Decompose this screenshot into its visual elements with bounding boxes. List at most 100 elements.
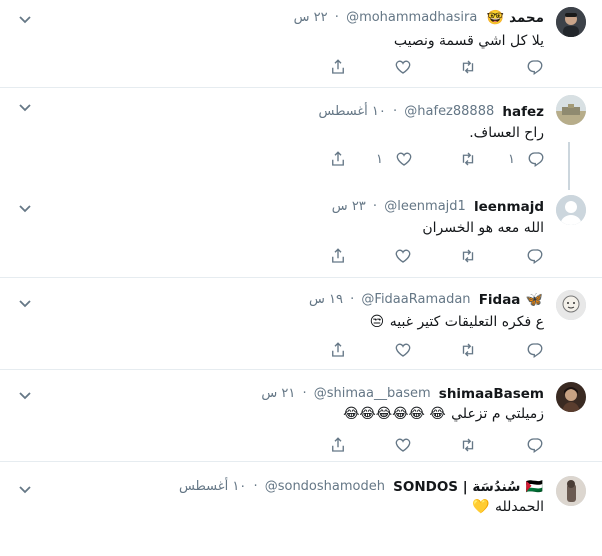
chevron-down-icon[interactable] bbox=[18, 98, 32, 112]
tweet[interactable]: 🇵🇸 سُندُسَة | SONDOS @sondoshamodeh · ١٠… bbox=[0, 462, 602, 556]
flag-emoji: 🇵🇸 bbox=[525, 479, 543, 495]
display-name[interactable]: Fidaa bbox=[479, 290, 521, 310]
avatar[interactable] bbox=[556, 476, 586, 506]
share-button[interactable] bbox=[329, 436, 347, 454]
tweet-text: راح العساف. bbox=[469, 123, 544, 143]
user-handle[interactable]: @FidaaRamadan bbox=[361, 290, 470, 310]
tweet-text: الله معه هو الخسران bbox=[422, 218, 544, 238]
tweet-body: زميلتي م تزعلي bbox=[451, 406, 544, 422]
timestamp[interactable]: ٢٢ س bbox=[294, 8, 328, 28]
reply-button[interactable]: ١ bbox=[508, 150, 545, 168]
chevron-down-icon[interactable] bbox=[18, 10, 32, 24]
retweet-icon bbox=[462, 343, 474, 357]
tweet[interactable]: محمد 🤓 @mohammadhasira · ٢٢ س يلا كل اشي… bbox=[0, 0, 602, 88]
share-button[interactable] bbox=[329, 150, 347, 168]
tweet-body: ع فكره التعليقات كتير غبيه bbox=[389, 314, 544, 330]
chevron-down-icon[interactable] bbox=[18, 294, 32, 308]
reply-icon bbox=[527, 249, 543, 265]
separator-dot: · bbox=[334, 10, 339, 25]
tweet-header: hafez @hafez88888 · ١٠ أغسطس bbox=[319, 102, 545, 122]
timestamp[interactable]: ١٠ أغسطس bbox=[179, 477, 246, 497]
tweet[interactable]: shimaaBasem @shimaa__basem · ٢١ س زميلتي… bbox=[0, 370, 602, 462]
reply-button[interactable] bbox=[526, 341, 544, 359]
like-button[interactable] bbox=[394, 247, 412, 265]
tweet-emoji: 😒 bbox=[369, 314, 385, 330]
user-handle[interactable]: @shimaa__basem bbox=[314, 384, 431, 404]
tweet-text: يلا كل اشي قسمة ونصيب bbox=[394, 31, 544, 51]
avatar[interactable] bbox=[556, 95, 586, 125]
chevron-down-icon[interactable] bbox=[18, 480, 32, 494]
share-button[interactable] bbox=[329, 247, 347, 265]
reply-icon bbox=[528, 152, 544, 168]
share-icon bbox=[332, 151, 344, 166]
retweet-icon bbox=[462, 152, 474, 166]
timestamp[interactable]: ١٩ س bbox=[309, 290, 343, 310]
avatar[interactable] bbox=[556, 195, 586, 225]
retweet-button[interactable] bbox=[459, 150, 477, 168]
chevron-down-icon[interactable] bbox=[18, 199, 32, 213]
reply-count: ١ bbox=[508, 151, 515, 167]
like-button[interactable] bbox=[394, 58, 412, 76]
like-icon bbox=[395, 60, 411, 74]
separator-dot: · bbox=[350, 292, 355, 307]
reply-icon bbox=[527, 438, 543, 454]
retweet-button[interactable] bbox=[459, 341, 477, 359]
like-button[interactable] bbox=[394, 341, 412, 359]
timestamp[interactable]: ٢١ س bbox=[261, 384, 295, 404]
chevron-down-icon[interactable] bbox=[18, 386, 32, 400]
action-bar bbox=[0, 247, 602, 267]
share-button[interactable] bbox=[329, 58, 347, 76]
tweet-emoji: 💛 bbox=[472, 499, 490, 515]
user-handle[interactable]: @hafez88888 bbox=[404, 102, 494, 122]
user-handle[interactable]: @mohammadhasira bbox=[346, 8, 477, 28]
separator-dot: · bbox=[302, 386, 307, 401]
reply-button[interactable] bbox=[526, 58, 544, 76]
like-icon bbox=[396, 152, 412, 166]
display-name[interactable]: محمد bbox=[509, 8, 544, 28]
avatar[interactable] bbox=[556, 382, 586, 412]
avatar[interactable] bbox=[556, 7, 586, 37]
user-handle[interactable]: @leenmajd1 bbox=[384, 197, 466, 217]
tweet-header: محمد 🤓 @mohammadhasira · ٢٢ س bbox=[294, 8, 544, 28]
like-button[interactable] bbox=[394, 436, 412, 454]
like-icon bbox=[395, 249, 411, 263]
tweet-emoji: 😂 😂😂😂😂😂 bbox=[343, 406, 446, 422]
reply-button[interactable] bbox=[526, 247, 544, 265]
retweet-icon bbox=[462, 249, 474, 263]
reply-button[interactable] bbox=[526, 436, 544, 454]
like-count: ١ bbox=[376, 151, 383, 167]
avatar[interactable] bbox=[556, 290, 586, 320]
tweet[interactable]: 🦋 Fidaa @FidaaRamadan · ١٩ س ع فكره التع… bbox=[0, 278, 602, 370]
tweet-text: الحمدلله 💛 bbox=[471, 497, 544, 517]
action-bar bbox=[0, 58, 602, 78]
display-name[interactable]: hafez bbox=[502, 102, 544, 122]
retweet-icon bbox=[462, 438, 474, 452]
like-icon bbox=[395, 438, 411, 452]
timestamp[interactable]: ٢٣ س bbox=[332, 197, 366, 217]
tweet-text: ع فكره التعليقات كتير غبيه 😒 bbox=[369, 312, 544, 332]
display-name[interactable]: leenmajd bbox=[474, 197, 544, 217]
retweet-button[interactable] bbox=[459, 58, 477, 76]
retweet-button[interactable] bbox=[459, 247, 477, 265]
tweet-header: shimaaBasem @shimaa__basem · ٢١ س bbox=[261, 384, 544, 404]
tweet-text: زميلتي م تزعلي 😂 😂😂😂😂😂 bbox=[342, 404, 544, 424]
share-icon bbox=[332, 59, 344, 74]
action-bar: ١ ١ bbox=[0, 150, 602, 170]
replies-feed: محمد 🤓 @mohammadhasira · ٢٢ س يلا كل اشي… bbox=[0, 0, 602, 556]
display-name[interactable]: shimaaBasem bbox=[439, 384, 544, 404]
tweet[interactable]: hafez @hafez88888 · ١٠ أغسطس راح العساف.… bbox=[0, 88, 602, 183]
name-emoji: 🤓 bbox=[486, 10, 504, 26]
tweet[interactable]: leenmajd @leenmajd1 · ٢٣ س الله معه هو ا… bbox=[0, 183, 602, 278]
timestamp[interactable]: ١٠ أغسطس bbox=[319, 102, 386, 122]
share-icon bbox=[332, 248, 344, 263]
display-name[interactable]: سُندُسَة | SONDOS bbox=[393, 477, 520, 497]
retweet-icon bbox=[462, 60, 474, 74]
like-button[interactable]: ١ bbox=[376, 150, 413, 168]
tweet-body: الحمدلله bbox=[494, 499, 544, 515]
share-icon bbox=[332, 342, 344, 357]
retweet-button[interactable] bbox=[459, 436, 477, 454]
separator-dot: · bbox=[393, 104, 398, 119]
share-button[interactable] bbox=[329, 341, 347, 359]
tweet-header: leenmajd @leenmajd1 · ٢٣ س bbox=[332, 197, 544, 217]
user-handle[interactable]: @sondoshamodeh bbox=[265, 477, 385, 497]
